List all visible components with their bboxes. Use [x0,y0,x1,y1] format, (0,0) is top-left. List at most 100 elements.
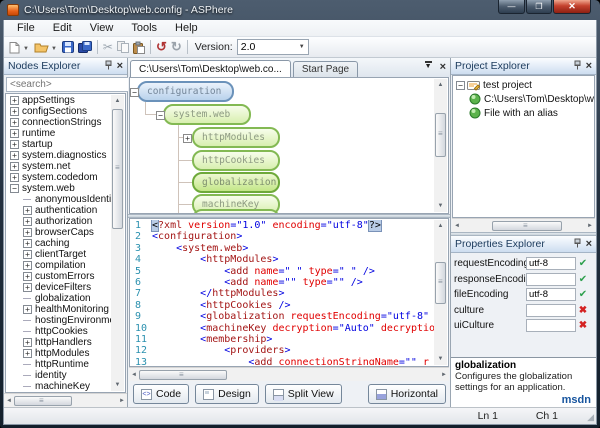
expander-icon[interactable]: − [10,184,19,193]
msdn-link[interactable]: msdn [562,394,591,406]
tree-item-clientTarget[interactable]: +clientTarget [7,249,111,260]
tree-item-system.web[interactable]: −system.web [7,183,111,194]
scrollbar-thumb[interactable] [435,113,446,157]
tree-item-caching[interactable]: +caching [7,238,111,249]
nodes-tree-vertical-scrollbar[interactable]: ▲ ▼ [111,95,124,391]
project-horizontal-scrollbar[interactable]: ◄ ► [452,218,595,232]
pin-icon[interactable] [573,60,582,73]
diagram-node-globalization[interactable]: globalization [192,172,280,193]
split-view-view-button[interactable]: Split View [265,384,342,404]
scroll-up-icon[interactable]: ▲ [438,220,444,232]
tree-item-compilation[interactable]: +compilation [7,260,111,271]
close-tab-icon[interactable]: × [440,61,446,73]
menu-item-edit[interactable]: Edit [44,20,81,36]
maximize-button[interactable]: ❐ [526,0,552,14]
scrollbar-thumb[interactable] [139,370,227,380]
project-root-item[interactable]: −test project [455,78,594,92]
close-panel-icon[interactable]: × [586,61,592,71]
close-panel-icon[interactable]: × [117,61,123,71]
scrollbar-thumb[interactable] [112,109,123,229]
property-value-input[interactable]: utf-8 [526,288,576,301]
paste-button[interactable] [131,38,147,56]
code-line[interactable]: 8 <httpCookies /> [131,300,434,311]
code-line[interactable]: 10 <machineKey decryption="Auto" decrypt… [131,323,434,334]
redo-button[interactable]: ↻ [169,38,184,56]
expander-icon[interactable]: + [10,107,19,116]
property-value-input[interactable] [526,304,576,317]
open-file-button[interactable] [32,38,51,56]
close-button[interactable]: ✕ [553,0,591,14]
menu-item-help[interactable]: Help [166,20,207,36]
property-value-input[interactable]: utf-8 [526,257,576,270]
tab-start-page[interactable]: Start Page [293,61,358,77]
code-view[interactable]: 1<?xml version="1.0" encoding="utf-8"?>2… [129,218,449,367]
project-file-item[interactable]: C:\Users\Tom\Desktop\we [455,92,594,106]
tree-item-httpModules[interactable]: +httpModules [7,348,111,359]
tree-item-authorization[interactable]: +authorization [7,216,111,227]
code-line[interactable]: 12 <providers> [131,345,434,356]
diagram-node-system.web[interactable]: system.web [163,104,251,125]
expander-icon[interactable]: + [10,173,19,182]
menu-item-view[interactable]: View [81,20,123,36]
expander-icon[interactable]: + [23,349,32,358]
scroll-up-icon[interactable]: ▲ [115,95,121,107]
new-file-button[interactable] [7,38,23,56]
scroll-right-icon[interactable]: ► [119,395,125,407]
code-line[interactable]: 6 <add name="" type="" /> [131,277,434,288]
scrollbar-thumb[interactable] [14,396,72,406]
save-button[interactable] [60,38,76,56]
search-input[interactable] [6,77,146,92]
scroll-right-icon[interactable]: ► [587,220,593,232]
expander-icon[interactable]: + [10,140,19,149]
horizontal-view-button[interactable]: Horizontal [368,384,446,404]
design-view-vertical-scrollbar[interactable]: ▲ ▼ [434,79,447,212]
code-line[interactable]: 7 </httpModules> [131,288,434,299]
diagram-node-partial[interactable] [192,209,280,214]
expander-icon[interactable]: + [183,134,192,143]
expander-icon[interactable]: + [23,272,32,281]
expander-icon[interactable]: − [456,81,465,90]
expander-icon[interactable]: + [10,162,19,171]
tab-list-dropdown-icon[interactable]: ▼ [425,61,432,73]
pin-icon[interactable] [104,60,113,73]
diagram-node-httpModules[interactable]: httpModules [192,127,280,148]
tree-item-healthMonitoring[interactable]: +healthMonitoring [7,304,111,315]
expander-icon[interactable]: + [23,228,32,237]
menu-item-tools[interactable]: Tools [122,20,166,36]
code-view-button[interactable]: <>Code [133,384,189,404]
copy-button[interactable] [115,38,131,56]
scroll-down-icon[interactable]: ▼ [438,353,444,365]
expander-icon[interactable]: − [156,111,165,120]
scroll-right-icon[interactable]: ► [441,369,447,381]
tree-item-globalization[interactable]: globalization [7,293,111,304]
close-panel-icon[interactable]: × [586,239,592,249]
cut-button[interactable]: ✂ [101,38,115,56]
tree-item-appSettings[interactable]: +appSettings [7,95,111,106]
tree-item-deviceFilters[interactable]: +deviceFilters [7,282,111,293]
tree-item-httpRuntime[interactable]: httpRuntime [7,359,111,370]
design-view-button[interactable]: Design [195,384,259,404]
tree-item-connectionStrings[interactable]: +connectionStrings [7,117,111,128]
code-vertical-scrollbar[interactable]: ▲ ▼ [434,220,447,365]
tree-item-system.codedom[interactable]: +system.codedom [7,172,111,183]
diagram-node-configuration[interactable]: configuration [137,81,234,102]
expander-icon[interactable]: − [130,88,139,97]
code-line[interactable]: 9 <globalization requestEncoding="utf-8"… [131,311,434,322]
tree-item-anonymousIdentifica[interactable]: anonymousIdentifica [7,194,111,205]
tree-item-machineKey[interactable]: machineKey [7,381,111,391]
tree-item-system.net[interactable]: +system.net [7,161,111,172]
code-line[interactable]: 13 <add connectionStringName="" r [131,357,434,365]
expander-icon[interactable]: + [23,250,32,259]
tree-item-browserCaps[interactable]: +browserCaps [7,227,111,238]
expander-icon[interactable]: + [10,129,19,138]
tree-item-authentication[interactable]: +authentication [7,205,111,216]
new-file-dropdown-icon[interactable]: ▼ [23,46,29,52]
minimize-button[interactable]: — [498,0,525,14]
expander-icon[interactable]: + [23,283,32,292]
open-file-dropdown-icon[interactable]: ▼ [51,46,57,52]
nodes-tree-horizontal-scrollbar[interactable]: ◄ ► [4,393,127,407]
expander-icon[interactable]: + [23,206,32,215]
scrollbar-thumb[interactable] [492,221,562,231]
expander-icon[interactable]: + [23,239,32,248]
tree-item-system.diagnostics[interactable]: +system.diagnostics [7,150,111,161]
